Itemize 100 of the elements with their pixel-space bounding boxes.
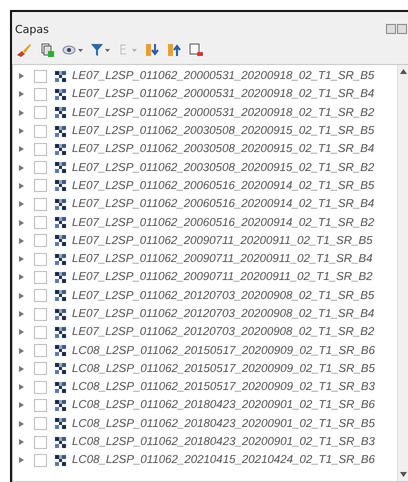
expand-arrow-icon[interactable]	[19, 292, 24, 299]
expand-arrow-icon[interactable]	[19, 201, 24, 208]
layer-name[interactable]: LC08_L2SP_011062_20150517_20200909_02_T1_SR_B6	[72, 344, 375, 357]
expand-arrow-icon[interactable]	[19, 348, 24, 354]
visibility-checkbox[interactable]	[34, 252, 47, 266]
expand-arrow-icon[interactable]	[19, 402, 24, 408]
layer-name[interactable]: LC08_L2SP_011062_20180423_20200901_02_T1_SR_B5	[72, 418, 375, 430]
visibility-checkbox[interactable]	[34, 454, 47, 467]
raster-layer-icon	[55, 70, 66, 82]
visibility-checkbox[interactable]	[34, 142, 47, 156]
caret-icon	[105, 48, 110, 52]
scrollbar[interactable]	[397, 65, 408, 481]
layer-name[interactable]: LE07_L2SP_011062_20090711_20200911_02_T1_SR_B5	[72, 234, 373, 247]
expand-arrow-icon[interactable]	[19, 274, 24, 280]
raster-layer-icon	[55, 217, 66, 228]
layer-name[interactable]: LE07_L2SP_011062_20120703_20200908_02_T1_SR_B4	[72, 308, 374, 320]
visibility-checkbox[interactable]	[34, 380, 47, 394]
layer-name[interactable]: LE07_L2SP_011062_20120703_20200908_02_T1_SR_B2	[72, 326, 374, 338]
layer-name[interactable]: LE07_L2SP_011062_20060516_20200914_02_T1_SR_B5	[72, 180, 374, 192]
visibility-checkbox[interactable]	[34, 344, 47, 358]
layer-name[interactable]: LE07_L2SP_011062_20120703_20200908_02_T1_SR_B5	[72, 290, 374, 302]
layer-name[interactable]: LE07_L2SP_011062_20000531_20200918_02_T1_SR_B4	[72, 88, 374, 100]
raster-layer-icon	[55, 418, 66, 430]
remove-layer-button[interactable]	[189, 41, 203, 59]
scroll-down-icon[interactable]	[400, 472, 406, 477]
expand-arrow-icon[interactable]	[19, 220, 24, 226]
layer-name[interactable]: LC08_L2SP_011062_20150517_20200909_02_T1_SR_B3	[72, 381, 375, 394]
expand-arrow-icon[interactable]	[19, 366, 24, 372]
expand-arrow-icon[interactable]	[19, 384, 24, 390]
raster-layer-icon	[55, 345, 66, 356]
layer-name[interactable]: LE07_L2SP_011062_20090711_20200911_02_T1_SR_B2	[72, 271, 373, 284]
visibility-checkbox[interactable]	[34, 436, 47, 449]
raster-layer-icon	[55, 88, 66, 100]
layer-name[interactable]: LE07_L2SP_011062_20000531_20200918_02_T1_SR_B5	[72, 70, 374, 82]
visibility-checkbox[interactable]	[34, 234, 47, 248]
expand-arrow-icon[interactable]	[19, 91, 24, 98]
raster-layer-icon	[55, 144, 66, 155]
expand-arrow-icon[interactable]	[19, 110, 24, 116]
raster-layer-icon	[55, 198, 66, 210]
raster-layer-icon	[55, 235, 66, 246]
caret-icon	[78, 48, 83, 52]
raster-layer-icon	[55, 308, 66, 320]
raster-layer-icon	[55, 254, 66, 265]
visibility-checkbox[interactable]	[34, 289, 47, 302]
expand-all-button[interactable]	[145, 41, 159, 59]
filter-button[interactable]	[91, 41, 110, 59]
visibility-checkbox[interactable]	[34, 70, 47, 83]
layer-name[interactable]: LE07_L2SP_011062_20030508_20200915_02_T1_SR_B5	[72, 125, 374, 138]
layer-name[interactable]: LC08_L2SP_011062_20180423_20200901_02_T1_SR_B6	[72, 399, 375, 412]
layer-name[interactable]: LE07_L2SP_011062_20000531_20200918_02_T1_SR_B2	[72, 106, 374, 119]
expand-arrow-icon[interactable]	[19, 329, 24, 336]
float-button[interactable]	[386, 24, 396, 34]
expand-all-icon	[145, 43, 159, 57]
visibility-checkbox[interactable]	[34, 124, 47, 138]
raster-layer-icon	[55, 326, 66, 338]
layer-name[interactable]: LC08_L2SP_011062_20150517_20200909_02_T1_SR_B5	[72, 362, 375, 375]
visibility-checkbox[interactable]	[34, 308, 47, 320]
visibility-checkbox[interactable]	[34, 198, 47, 211]
paintbrush-icon	[16, 43, 32, 57]
visibility-checkbox[interactable]	[34, 326, 47, 339]
collapse-all-button[interactable]	[167, 41, 181, 59]
raster-layer-icon	[55, 382, 66, 393]
visibility-checkbox[interactable]	[34, 216, 47, 230]
expand-arrow-icon[interactable]	[19, 439, 24, 446]
visibility-checkbox[interactable]	[34, 179, 47, 192]
visibility-checkbox[interactable]	[34, 398, 47, 412]
raster-layer-icon	[55, 272, 66, 283]
raster-layer-icon	[55, 107, 66, 118]
scroll-up-icon[interactable]	[400, 69, 406, 74]
paintbrush-button[interactable]	[16, 41, 32, 59]
visibility-checkbox[interactable]	[34, 88, 47, 101]
visibility-checkbox[interactable]	[34, 417, 47, 430]
layer-name[interactable]: LC08_L2SP_011062_20180423_20200901_02_T1_SR_B3	[72, 436, 375, 448]
raster-layer-icon	[55, 180, 66, 192]
expand-arrow-icon[interactable]	[19, 128, 24, 134]
expand-arrow-icon[interactable]	[19, 311, 24, 317]
visibility-checkbox[interactable]	[34, 270, 47, 284]
expand-arrow-icon[interactable]	[19, 73, 24, 80]
remove-layer-icon	[189, 43, 203, 57]
panel-title: Capas	[15, 22, 49, 36]
expand-arrow-icon[interactable]	[19, 256, 24, 262]
close-button[interactable]	[397, 24, 407, 34]
expand-arrow-icon[interactable]	[19, 146, 24, 152]
layer-name[interactable]: LE07_L2SP_011062_20090711_20200911_02_T1_SR_B4	[72, 253, 373, 266]
collapse-all-icon	[167, 43, 181, 57]
layer-name[interactable]: LE07_L2SP_011062_20030508_20200915_02_T1_SR_B2	[72, 162, 374, 174]
layer-name[interactable]: LC08_L2SP_011062_20210415_20210424_02_T1_SR_B6	[72, 454, 375, 466]
raster-layer-icon	[55, 400, 66, 411]
visibility-checkbox[interactable]	[34, 362, 47, 376]
layer-name[interactable]: LE07_L2SP_011062_20060516_20200914_02_T1_SR_B2	[72, 216, 374, 229]
expand-arrow-icon[interactable]	[19, 164, 24, 171]
layer-name[interactable]: LE07_L2SP_011062_20030508_20200915_02_T1_SR_B4	[72, 143, 374, 156]
layer-name[interactable]: LE07_L2SP_011062_20060516_20200914_02_T1_SR_B4	[72, 198, 374, 210]
visibility-checkbox[interactable]	[34, 106, 47, 120]
expand-arrow-icon[interactable]	[19, 420, 24, 427]
expand-arrow-icon[interactable]	[19, 182, 24, 189]
visibility-checkbox[interactable]	[34, 161, 47, 174]
expand-arrow-icon[interactable]	[19, 457, 24, 464]
expand-arrow-icon[interactable]	[19, 238, 24, 244]
group-add-button[interactable]	[40, 41, 54, 59]
